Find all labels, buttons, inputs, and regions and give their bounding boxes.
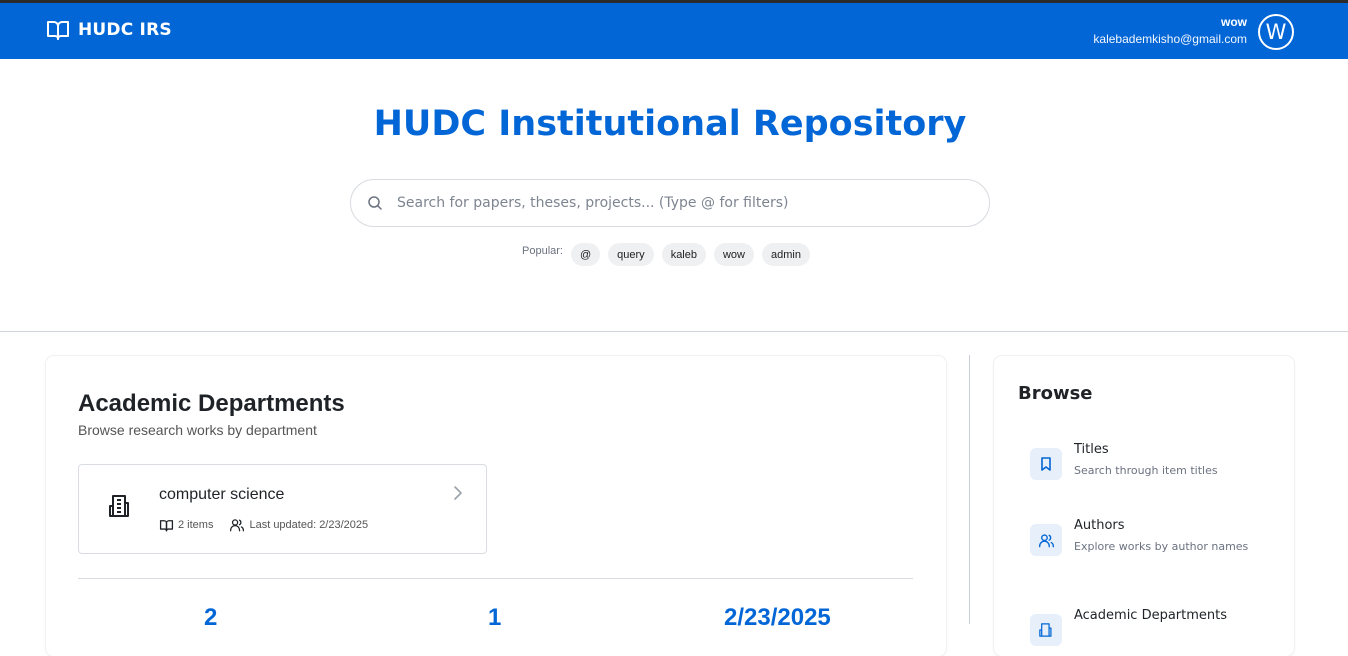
browse-item-title: Authors <box>1074 518 1125 533</box>
browse-title: Browse <box>1018 383 1093 404</box>
browse-item-desc: Explore works by author names <box>1074 540 1249 553</box>
stats-divider <box>78 578 913 579</box>
chevron-right-icon <box>454 486 462 500</box>
stat-departments: 1 <box>488 604 502 631</box>
browse-item-title: Titles <box>1074 442 1109 457</box>
popular-tag[interactable]: query <box>608 243 654 266</box>
popular-tag[interactable]: wow <box>713 243 754 266</box>
popular-tag[interactable]: admin <box>762 243 810 266</box>
departments-card: Academic Departments Browse research wor… <box>46 356 946 656</box>
popular-tag[interactable]: kaleb <box>661 243 706 266</box>
page-title: HUDC Institutional Repository <box>373 104 967 144</box>
popular-tag[interactable]: @ <box>570 243 601 266</box>
user-name: wow <box>1221 15 1247 29</box>
popular-searches: Popular: @ query kaleb wow admin <box>522 243 810 266</box>
building-icon <box>109 495 129 517</box>
users-icon <box>1030 524 1062 556</box>
brand-title: HUDC IRS <box>78 20 172 40</box>
stat-total-items: 2 <box>204 604 218 631</box>
bookmark-icon <box>1030 448 1062 480</box>
user-email: kalebademkisho@gmail.com <box>1093 32 1247 46</box>
search-input[interactable] <box>397 181 977 225</box>
items-count-text: 2 items <box>178 519 214 531</box>
departments-subtitle: Browse research works by department <box>78 422 317 438</box>
items-count: 2 items <box>159 519 213 532</box>
last-updated: Last updated: 2/23/2025 <box>229 518 368 532</box>
department-card[interactable]: computer science 2 items Last updated: 2… <box>78 464 487 554</box>
browse-item-title: Academic Departments <box>1074 608 1228 623</box>
brand-link[interactable]: HUDC IRS <box>46 19 172 41</box>
department-name: computer science <box>159 486 285 503</box>
column-divider <box>969 355 970 624</box>
building-icon <box>1030 614 1062 646</box>
navbar: HUDC IRS wow kalebademkisho@gmail.com W <box>0 3 1348 59</box>
last-updated-text: Last updated: 2/23/2025 <box>249 519 369 531</box>
browse-card: Browse Titles Search through item titles… <box>994 356 1294 656</box>
search-icon <box>368 196 382 210</box>
stat-last-updated: 2/23/2025 <box>724 604 831 631</box>
book-icon <box>159 519 174 531</box>
avatar[interactable]: W <box>1258 14 1294 50</box>
book-icon <box>47 21 69 40</box>
popular-label: Popular: <box>522 244 563 257</box>
users-icon <box>230 519 245 532</box>
department-meta: 2 items Last updated: 2/23/2025 <box>159 518 384 532</box>
search-bar <box>350 179 990 227</box>
departments-title: Academic Departments <box>78 390 345 417</box>
browse-item-desc: Search through item titles <box>1074 464 1218 477</box>
section-divider <box>0 331 1348 332</box>
user-info: wow kalebademkisho@gmail.com <box>1093 14 1247 48</box>
